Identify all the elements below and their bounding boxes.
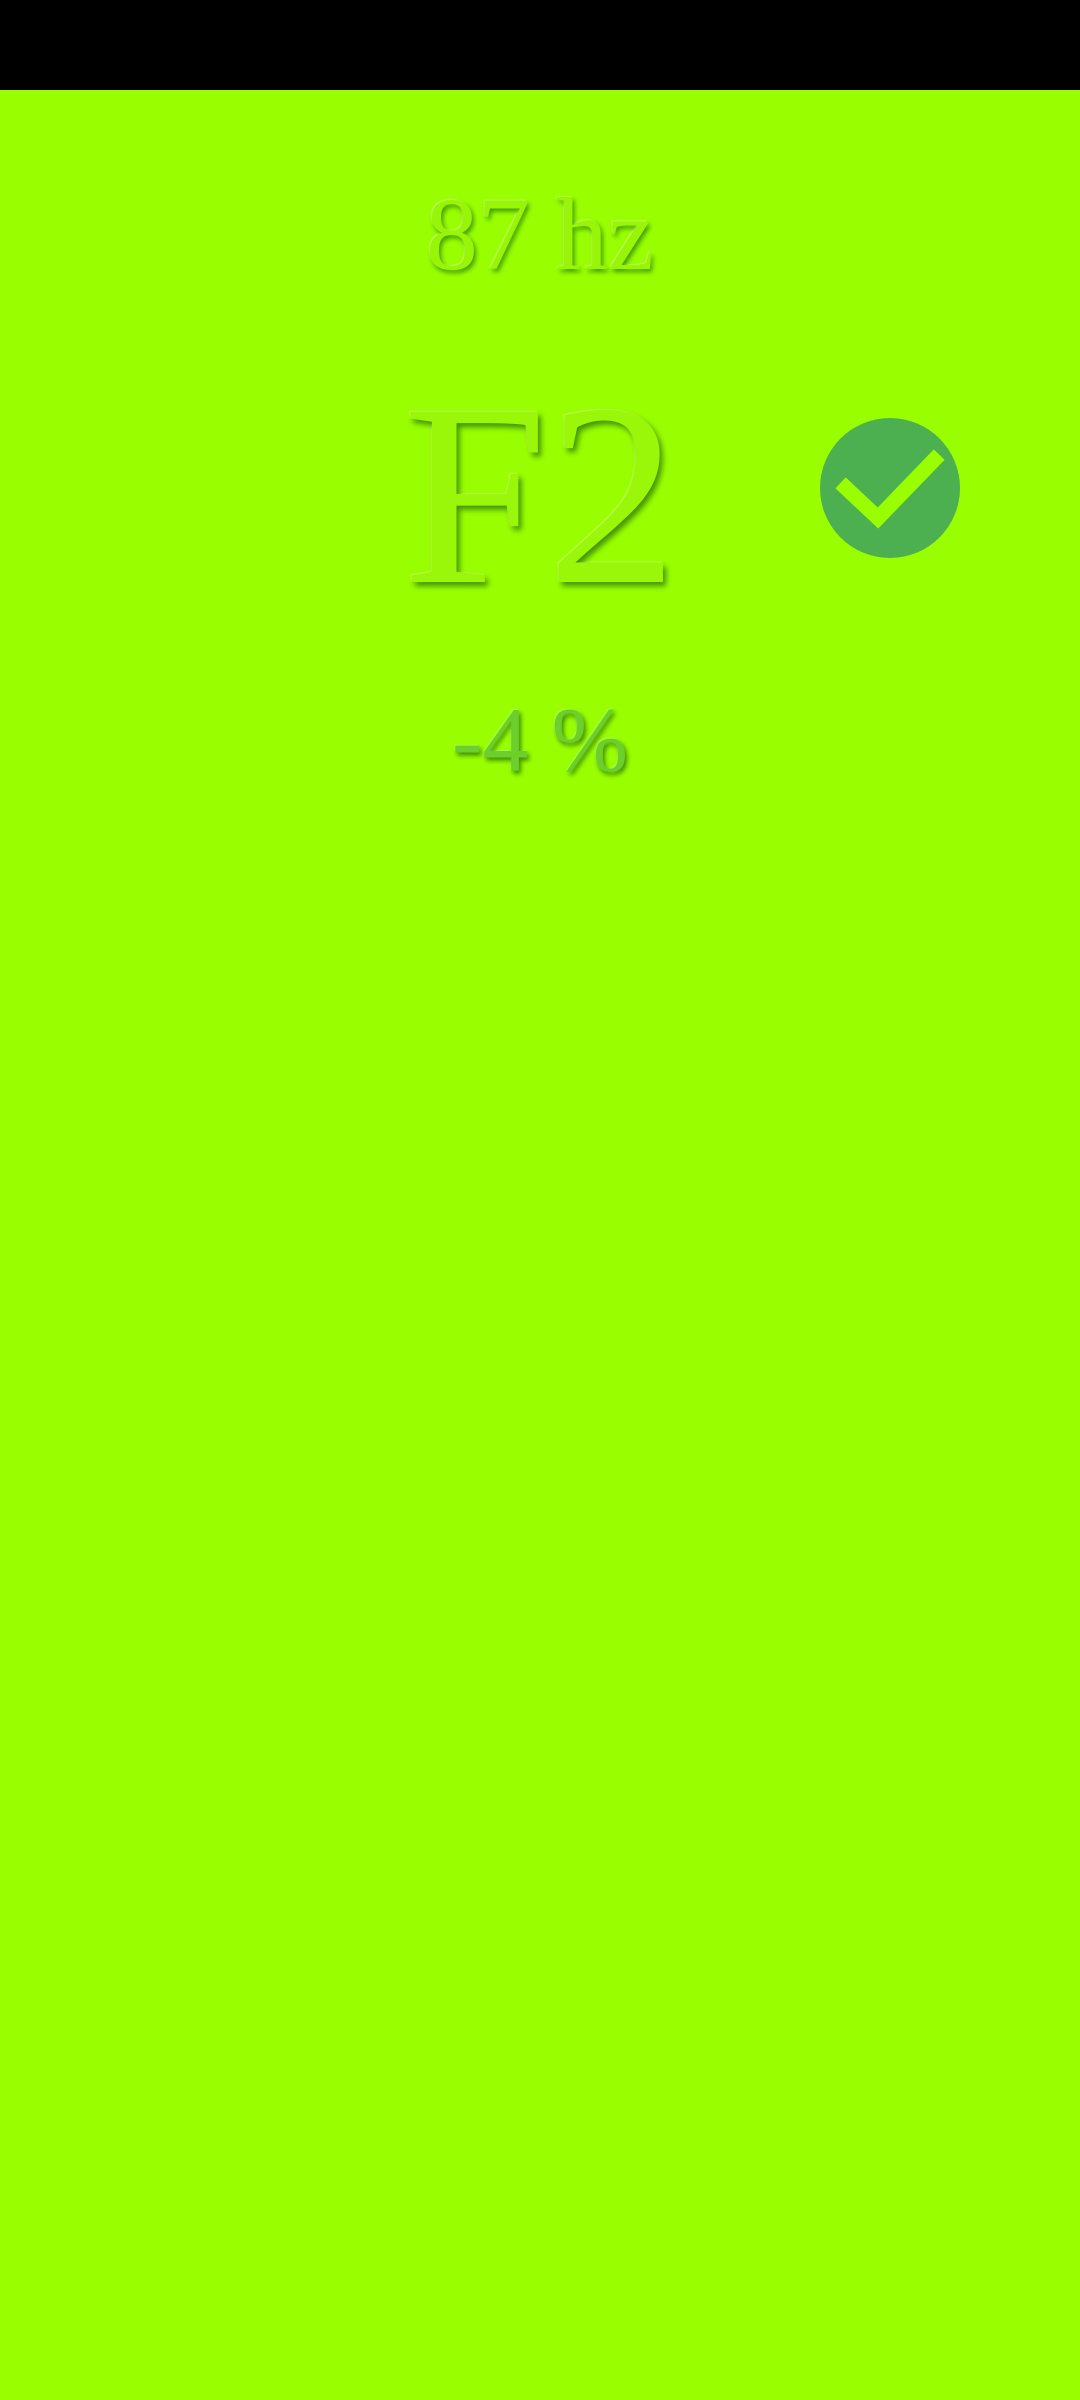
deviation-percent: -4 % [451, 689, 629, 791]
checkmark-icon [835, 449, 945, 529]
check-circle-icon [820, 418, 960, 558]
tuner-screen: 87 hz F2 -4 % [0, 0, 1080, 2400]
status-bar [0, 0, 1080, 90]
frequency-readout: 87 hz [425, 177, 655, 292]
